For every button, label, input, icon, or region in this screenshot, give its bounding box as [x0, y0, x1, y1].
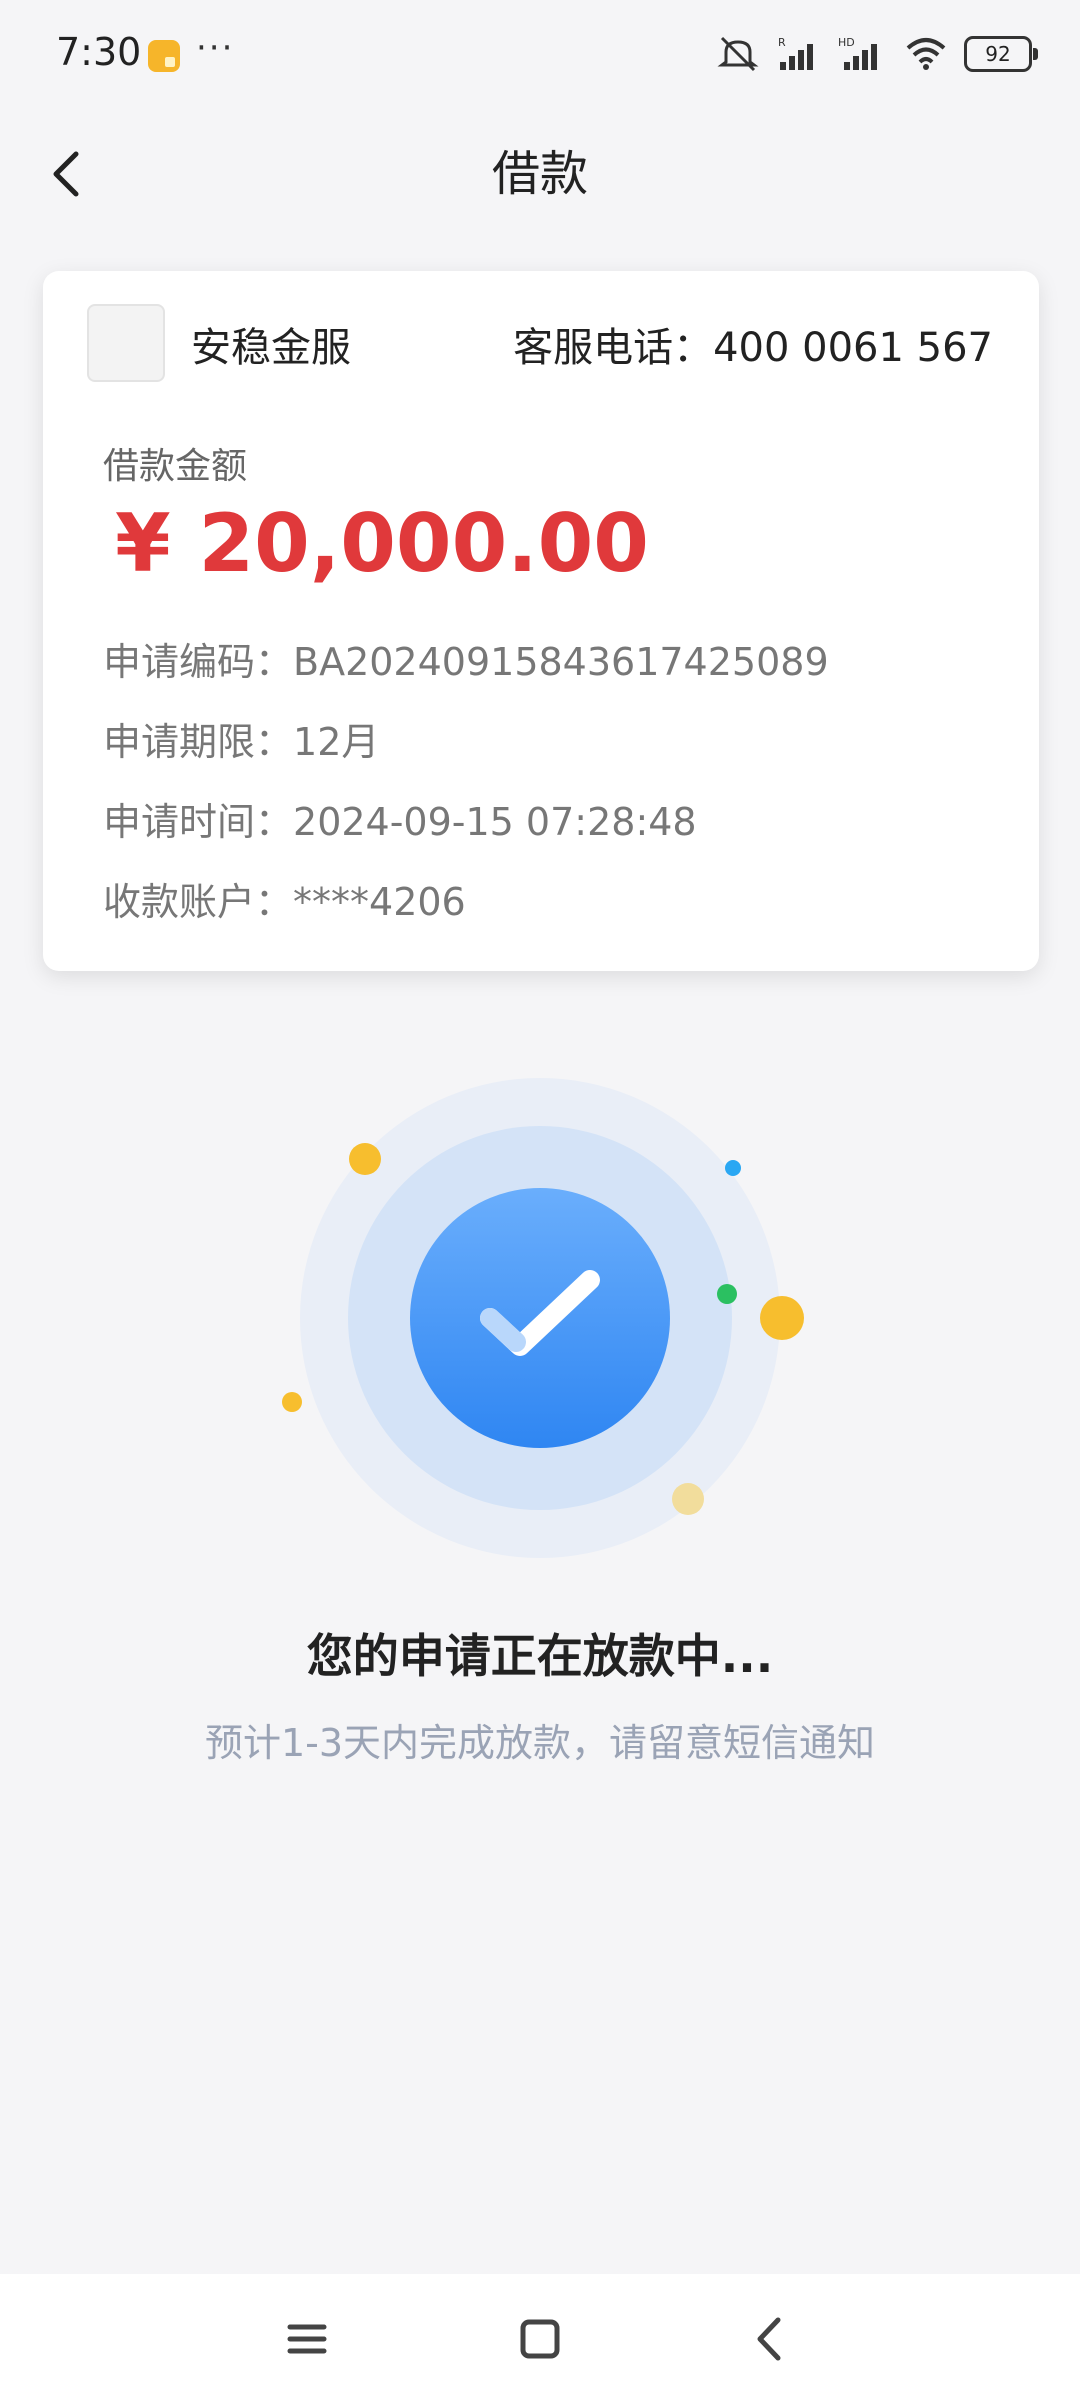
wifi-icon — [906, 38, 946, 70]
row-value: BA20240915843617425089 — [293, 640, 829, 684]
home-button[interactable] — [505, 2304, 575, 2374]
status-bar: 7:30 ··· R HD 92 — [0, 0, 1080, 112]
amount-label: 借款金额 — [103, 446, 248, 487]
company-logo — [87, 304, 165, 382]
mute-icon — [717, 36, 759, 72]
application-term-row: 申请期限：12月 — [103, 711, 379, 766]
application-time-row: 申请时间：2024-09-15 07:28:48 — [103, 791, 697, 846]
svg-text:HD: HD — [838, 36, 855, 49]
home-square-icon — [520, 2319, 560, 2359]
page-title: 借款 — [491, 146, 588, 202]
row-value: ****4206 — [293, 880, 466, 924]
notification-icon — [148, 40, 180, 72]
more-notifications-icon: ··· — [196, 28, 235, 68]
signal-r-icon: R — [778, 36, 813, 70]
status-time: 7:30 — [56, 30, 142, 74]
menu-icon — [287, 2324, 327, 2354]
status-title: 您的申请正在放款中... — [306, 1629, 774, 1683]
row-label: 申请期限： — [103, 720, 294, 764]
battery-icon: 92 — [964, 36, 1038, 72]
row-value: 12月 — [293, 720, 380, 764]
row-value: 2024-09-15 07:28:48 — [293, 800, 697, 844]
loan-amount: ¥ 20,000.00 — [115, 497, 649, 590]
service-hotline[interactable]: 客服电话：400 0061 567 — [513, 315, 993, 373]
receiving-account-row: 收款账户：****4206 — [103, 871, 466, 926]
menu-button[interactable] — [272, 2304, 342, 2374]
app-header: 借款 — [0, 112, 1080, 232]
system-nav-bar — [0, 2274, 1080, 2400]
system-back-button[interactable] — [736, 2304, 806, 2374]
row-label: 收款账户： — [103, 880, 294, 924]
svg-text:R: R — [778, 36, 786, 49]
company-name: 安稳金服 — [191, 325, 351, 371]
back-arrow-icon — [757, 2317, 781, 2361]
loan-info-card: 安稳金服 客服电话：400 0061 567 借款金额 ¥ 20,000.00 … — [43, 271, 1039, 971]
status-subtitle: 预计1-3天内完成放款，请留意短信通知 — [204, 1721, 876, 1765]
row-label: 申请编码： — [103, 640, 294, 684]
success-illustration — [0, 1040, 1080, 1600]
row-label: 申请时间： — [103, 800, 294, 844]
application-code-row: 申请编码：BA20240915843617425089 — [103, 631, 829, 686]
check-circle-icon — [282, 1078, 804, 1558]
signal-hd-icon: HD — [838, 36, 877, 70]
